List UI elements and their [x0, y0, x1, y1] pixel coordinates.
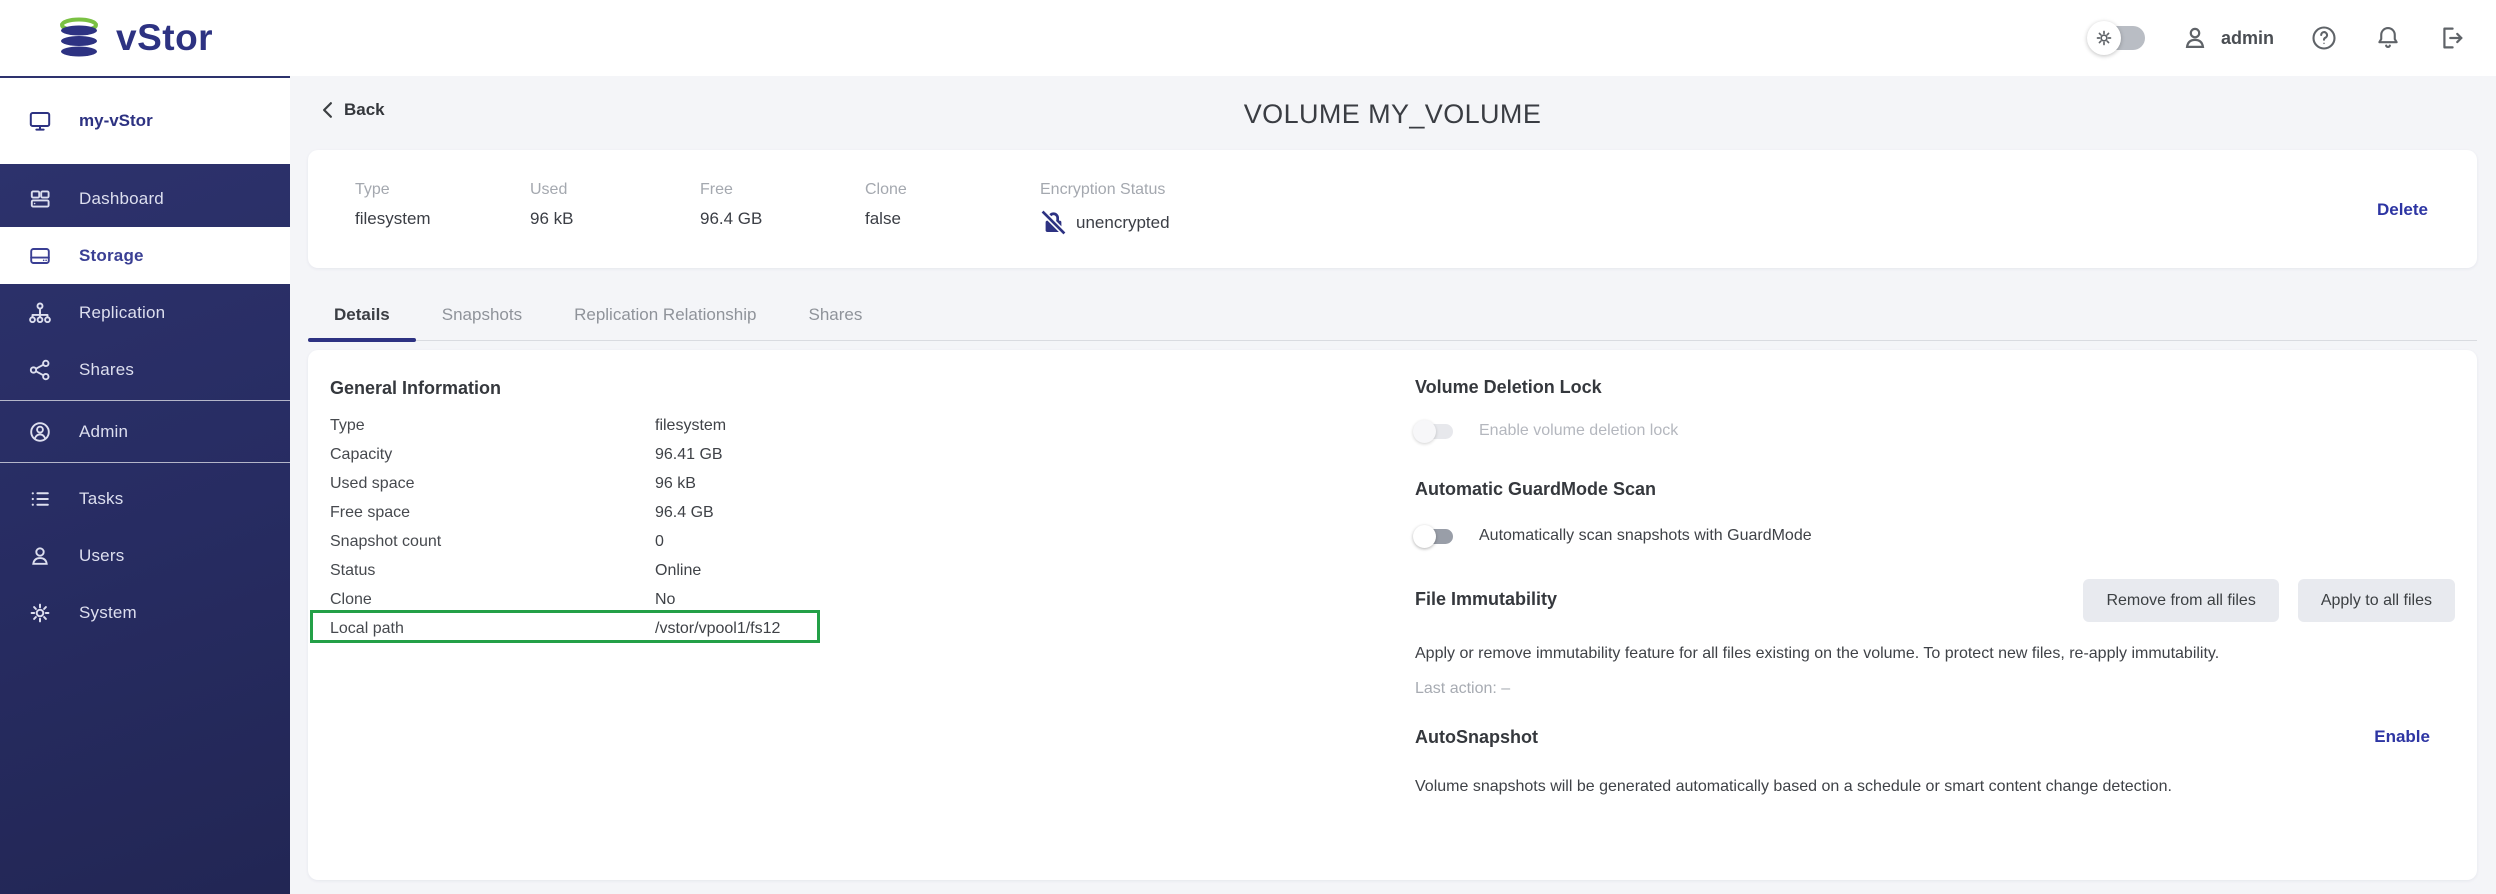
- volume-deletion-lock-title: Volume Deletion Lock: [1415, 377, 1602, 398]
- autosnapshot-title: AutoSnapshot: [1415, 727, 1538, 748]
- general-information-title: General Information: [330, 378, 501, 399]
- top-header: vStor: [0, 0, 2496, 76]
- monitor-icon: [28, 108, 52, 134]
- info-row-type: Type filesystem: [330, 411, 1010, 440]
- sidebar-divider: [0, 400, 290, 401]
- remove-from-all-files-button[interactable]: Remove from all files: [2083, 579, 2278, 622]
- sidebar-item-label: Replication: [79, 303, 165, 323]
- admin-icon: [28, 420, 52, 444]
- tab-snapshots[interactable]: Snapshots: [416, 290, 548, 340]
- volume-summary-card: Type filesystem Used 96 kB Free 96.4 GB …: [308, 150, 2477, 268]
- notifications-button[interactable]: [2374, 24, 2402, 52]
- tab-shares[interactable]: Shares: [782, 290, 888, 340]
- vstor-logo-disk-icon: [56, 17, 102, 59]
- immutability-last-action: Last action: –: [1415, 680, 1510, 698]
- storage-icon: [28, 244, 52, 268]
- vstor-app: vStor: [0, 0, 2496, 894]
- header-actions: admin: [2093, 24, 2466, 52]
- sidebar-item-label: System: [79, 603, 137, 623]
- vstor-logo[interactable]: vStor: [56, 17, 213, 59]
- guardmode-toggle-label: Automatically scan snapshots with GuardM…: [1479, 527, 1812, 545]
- sidebar-item-dashboard[interactable]: Dashboard: [0, 170, 290, 227]
- replication-icon: [28, 301, 52, 325]
- file-immutability-title: File Immutability: [1415, 589, 1557, 610]
- immutability-description: Apply or remove immutability feature for…: [1415, 645, 2219, 663]
- details-panel: General Information Type filesystem Capa…: [308, 350, 2477, 880]
- tab-details[interactable]: Details: [308, 290, 416, 340]
- user-menu[interactable]: admin: [2181, 24, 2274, 52]
- summary-field-type: Type filesystem: [355, 181, 530, 236]
- sidebar-divider: [0, 462, 290, 463]
- summary-field-free: Free 96.4 GB: [700, 181, 865, 236]
- general-information-table: Type filesystem Capacity 96.41 GB Used s…: [330, 411, 1010, 643]
- tasks-icon: [28, 487, 52, 511]
- main-content: Back VOLUME MY_VOLUME Type filesystem Us…: [290, 76, 2496, 894]
- sidebar-item-users[interactable]: Users: [0, 527, 290, 584]
- info-row-status: Status Online: [330, 556, 1010, 585]
- theme-toggle[interactable]: [2093, 26, 2145, 50]
- info-row-clone: Clone No: [330, 585, 1010, 614]
- summary-field-encryption: Encryption Status unencrypted: [1040, 181, 1170, 236]
- sidebar-nav: Dashboard Storage: [0, 170, 290, 641]
- autosnapshot-description: Volume snapshots will be generated autom…: [1415, 778, 2172, 796]
- dashboard-icon: [28, 187, 52, 211]
- sidebar-item-label: Shares: [79, 360, 134, 380]
- sidebar-item-label: my-vStor: [79, 111, 153, 131]
- summary-fields: Type filesystem Used 96 kB Free 96.4 GB …: [308, 150, 2477, 236]
- guardmode-scan-title: Automatic GuardMode Scan: [1415, 479, 1656, 500]
- deletion-lock-toggle[interactable]: [1415, 424, 1453, 439]
- sidebar: my-vStor Dashboard: [0, 76, 290, 894]
- shares-icon: [28, 358, 52, 382]
- info-row-free-space: Free space 96.4 GB: [330, 498, 1010, 527]
- deletion-lock-toggle-row: Enable volume deletion lock: [1415, 422, 1678, 440]
- info-row-snapshot-count: Snapshot count 0: [330, 527, 1010, 556]
- delete-volume-button[interactable]: Delete: [2377, 200, 2428, 220]
- theme-toggle-gear-icon: [2087, 21, 2121, 55]
- vstor-logo-text: vStor: [116, 17, 213, 59]
- apply-to-all-files-button[interactable]: Apply to all files: [2298, 579, 2455, 622]
- info-row-capacity: Capacity 96.41 GB: [330, 440, 1010, 469]
- unencrypted-lock-icon: [1040, 209, 1067, 236]
- volume-tabs: Details Snapshots Replication Relationsh…: [308, 290, 2477, 341]
- help-button[interactable]: [2310, 24, 2338, 52]
- guardmode-toggle[interactable]: [1415, 529, 1453, 544]
- system-icon: [28, 601, 52, 625]
- sidebar-item-label: Dashboard: [79, 189, 164, 209]
- sidebar-item-storage[interactable]: Storage: [0, 227, 290, 284]
- user-name: admin: [2221, 28, 2274, 49]
- sidebar-item-system[interactable]: System: [0, 584, 290, 641]
- sidebar-item-label: Tasks: [79, 489, 123, 509]
- user-icon: [2181, 24, 2209, 52]
- deletion-lock-toggle-label: Enable volume deletion lock: [1479, 422, 1678, 440]
- tab-replication-relationship[interactable]: Replication Relationship: [548, 290, 782, 340]
- summary-field-clone: Clone false: [865, 181, 1040, 236]
- sidebar-item-replication[interactable]: Replication: [0, 284, 290, 341]
- sidebar-item-label: Users: [79, 546, 124, 566]
- autosnapshot-enable-button[interactable]: Enable: [2374, 727, 2430, 747]
- users-icon: [28, 544, 52, 568]
- page-title: VOLUME MY_VOLUME: [308, 99, 2477, 130]
- guardmode-toggle-row: Automatically scan snapshots with GuardM…: [1415, 527, 1812, 545]
- sidebar-item-admin[interactable]: Admin: [0, 403, 290, 460]
- summary-field-used: Used 96 kB: [530, 181, 700, 236]
- info-row-local-path: Local path /vstor/vpool1/fs12: [330, 614, 1010, 643]
- volume-options-column: Volume Deletion Lock Enable volume delet…: [1415, 350, 2455, 880]
- sidebar-item-label: Storage: [79, 246, 144, 266]
- info-row-used-space: Used space 96 kB: [330, 469, 1010, 498]
- sidebar-item-my-vstor[interactable]: my-vStor: [0, 78, 290, 164]
- immutability-buttons: Remove from all files Apply to all files: [2083, 579, 2455, 622]
- sidebar-item-tasks[interactable]: Tasks: [0, 470, 290, 527]
- encryption-status-value: unencrypted: [1076, 213, 1170, 233]
- logout-button[interactable]: [2438, 24, 2466, 52]
- sidebar-item-label: Admin: [79, 422, 128, 442]
- sidebar-item-shares[interactable]: Shares: [0, 341, 290, 398]
